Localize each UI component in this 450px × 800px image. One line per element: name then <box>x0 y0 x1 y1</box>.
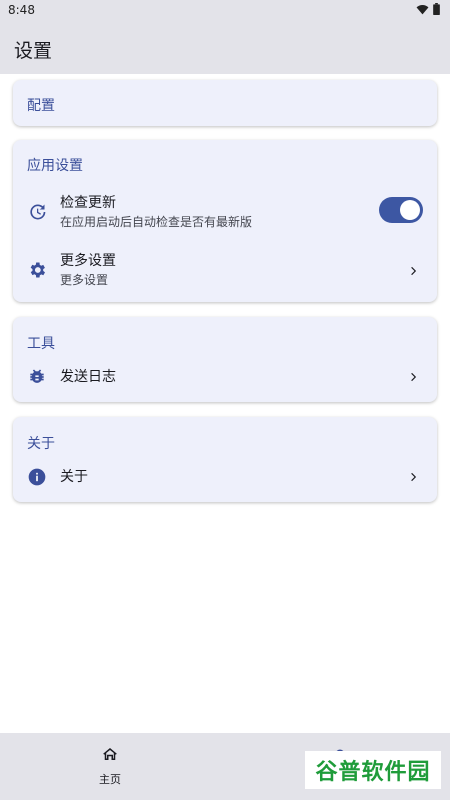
about-row[interactable]: 关于 <box>13 463 437 491</box>
page-title: 设置 <box>14 40 53 62</box>
battery-icon <box>433 3 440 15</box>
nav-home-label: 主页 <box>99 773 121 786</box>
about-title: 关于 <box>27 436 55 452</box>
check-update-row[interactable]: 检查更新 在应用启动后自动检查是否有最新版 <box>13 192 437 234</box>
nav-item-home[interactable]: 主页 <box>80 745 140 787</box>
toggle-knob <box>400 200 420 220</box>
more-settings-text: 更多设置 更多设置 <box>60 252 116 288</box>
app-bar: 设置 <box>0 22 450 74</box>
send-log-label: 发送日志 <box>60 369 116 385</box>
send-log-text: 发送日志 <box>60 368 116 386</box>
wifi-icon <box>416 4 429 14</box>
watermark-logo: 谷普软件园 <box>305 751 441 789</box>
more-settings-label: 更多设置 <box>60 253 116 269</box>
watermark-text: 谷普软件园 <box>315 760 431 785</box>
app-settings-title: 应用设置 <box>27 158 83 174</box>
config-card[interactable]: 配置 <box>13 80 437 126</box>
status-time: 8:48 <box>8 3 35 17</box>
config-card-title: 配置 <box>27 98 55 114</box>
check-update-label: 检查更新 <box>60 195 116 211</box>
about-card: 关于 关于 <box>13 417 437 502</box>
check-update-toggle[interactable] <box>379 197 423 223</box>
check-update-text: 检查更新 在应用启动后自动检查是否有最新版 <box>60 194 252 230</box>
status-icons <box>416 3 440 15</box>
gear-icon <box>30 262 45 278</box>
info-icon <box>28 468 46 486</box>
home-icon <box>103 748 117 760</box>
status-bar: 8:48 <box>0 0 450 22</box>
tools-title: 工具 <box>27 336 55 352</box>
chevron-right-icon <box>411 266 417 276</box>
about-text: 关于 <box>60 468 88 486</box>
bug-icon <box>30 369 44 383</box>
send-log-row[interactable]: 发送日志 <box>13 363 437 391</box>
check-update-description: 在应用启动后自动检查是否有最新版 <box>60 215 253 229</box>
chevron-right-icon <box>411 372 417 382</box>
tools-card: 工具 发送日志 <box>13 317 437 402</box>
more-settings-description: 更多设置 <box>60 273 109 287</box>
about-label: 关于 <box>60 469 88 485</box>
more-settings-row[interactable]: 更多设置 更多设置 <box>13 250 437 292</box>
app-settings-card: 应用设置 检查更新 在应用启动后自动检查是否有最新版 更多设置 更多设置 <box>13 140 437 302</box>
chevron-right-icon <box>411 472 417 482</box>
history-icon <box>30 204 46 220</box>
